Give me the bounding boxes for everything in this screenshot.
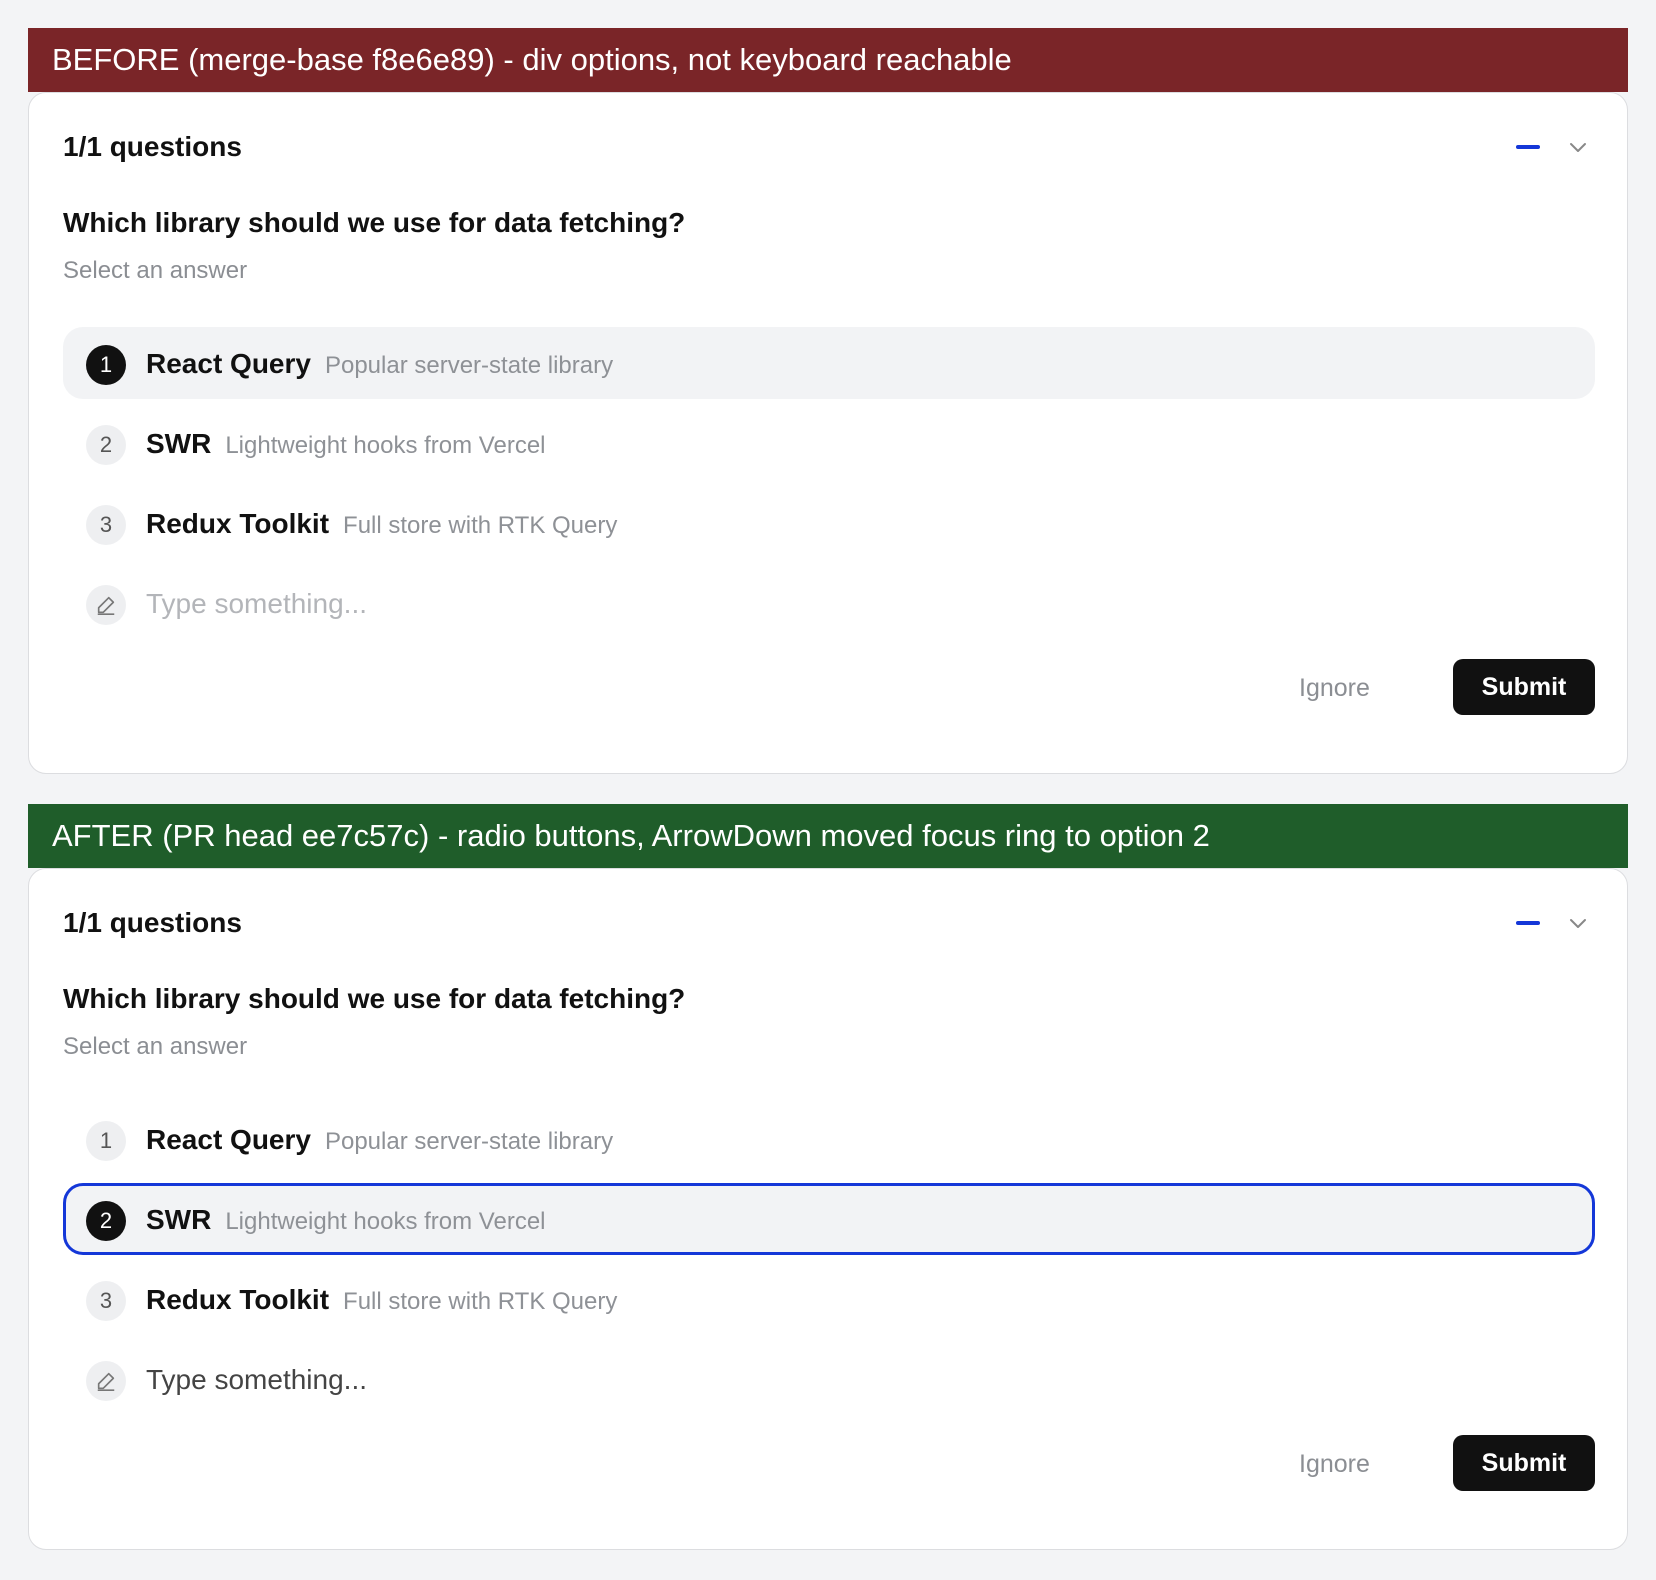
option-description: Popular server-state library xyxy=(324,352,614,379)
option-other[interactable] xyxy=(63,567,1595,639)
question-text: Which library should we use for data fet… xyxy=(63,207,686,238)
after-banner: AFTER (PR head ee7c57c) - radio buttons,… xyxy=(28,804,1628,868)
question-hint: Select an answer xyxy=(63,1033,248,1060)
option-label: Redux Toolkit Full store with RTK Query xyxy=(146,508,617,540)
option-number: 3 xyxy=(86,1281,126,1321)
option-description: Full store with RTK Query xyxy=(343,1288,618,1315)
comparison-view: BEFORE (merge-base f8e6e89) - div option… xyxy=(28,28,1628,1550)
question-text: Which library should we use for data fet… xyxy=(63,983,686,1014)
option-swr[interactable]: 2 SWR Lightweight hooks from Vercel xyxy=(63,1183,1595,1255)
question-counter: 1/1 questions xyxy=(63,907,242,938)
option-redux-toolkit[interactable]: 3 Redux Toolkit Full store with RTK Query xyxy=(63,1263,1595,1335)
option-react-query[interactable]: 1 React Query Popular server-state librar… xyxy=(63,1103,1595,1175)
option-title: Redux Toolkit xyxy=(146,1284,330,1315)
option-title: Redux Toolkit xyxy=(146,508,330,539)
option-label: SWR Lightweight hooks from Vercel xyxy=(146,428,546,460)
submit-button[interactable]: Submit xyxy=(1453,1435,1595,1491)
chevron-down-icon[interactable] xyxy=(1566,911,1590,935)
option-react-query[interactable]: 1 React Query Popular server-state librar… xyxy=(63,327,1595,399)
option-title: React Query xyxy=(146,1124,311,1155)
pencil-icon xyxy=(86,585,126,625)
submit-button[interactable]: Submit xyxy=(1453,659,1595,715)
after-question-card: 1/1 questions Which library should we us… xyxy=(28,868,1628,1550)
before-question-card: 1/1 questions Which library should we us… xyxy=(28,92,1628,774)
option-other[interactable] xyxy=(63,1343,1595,1415)
before-banner: BEFORE (merge-base f8e6e89) - div option… xyxy=(28,28,1628,92)
option-label: Redux Toolkit Full store with RTK Query xyxy=(146,1284,617,1316)
option-number: 1 xyxy=(86,1121,126,1161)
option-number: 2 xyxy=(86,1201,126,1241)
option-list: 1 React Query Popular server-state librar… xyxy=(63,327,1595,647)
option-label: React Query Popular server-state library xyxy=(146,348,613,380)
ignore-button[interactable]: Ignore xyxy=(1293,1449,1376,1480)
other-answer-input[interactable] xyxy=(146,1364,646,1396)
option-list: 1 React Query Popular server-state librar… xyxy=(63,1103,1595,1423)
other-answer-input[interactable] xyxy=(146,588,646,620)
option-label: React Query Popular server-state library xyxy=(146,1124,613,1156)
option-label: SWR Lightweight hooks from Vercel xyxy=(146,1204,546,1236)
option-swr[interactable]: 2 SWR Lightweight hooks from Vercel xyxy=(63,407,1595,479)
option-description: Lightweight hooks from Vercel xyxy=(225,1208,546,1235)
option-number: 3 xyxy=(86,505,126,545)
option-redux-toolkit[interactable]: 3 Redux Toolkit Full store with RTK Query xyxy=(63,487,1595,559)
ignore-button[interactable]: Ignore xyxy=(1293,673,1376,704)
option-description: Full store with RTK Query xyxy=(343,512,618,539)
option-number: 1 xyxy=(86,345,126,385)
option-description: Popular server-state library xyxy=(324,1128,614,1155)
option-title: SWR xyxy=(146,428,212,459)
question-counter: 1/1 questions xyxy=(63,131,242,162)
pencil-icon xyxy=(86,1361,126,1401)
minus-icon[interactable] xyxy=(1516,921,1540,925)
minus-icon[interactable] xyxy=(1516,145,1540,149)
option-title: SWR xyxy=(146,1204,212,1235)
option-description: Lightweight hooks from Vercel xyxy=(225,432,546,459)
option-title: React Query xyxy=(146,348,311,379)
chevron-down-icon[interactable] xyxy=(1566,135,1590,159)
question-hint: Select an answer xyxy=(63,257,248,284)
option-number: 2 xyxy=(86,425,126,465)
